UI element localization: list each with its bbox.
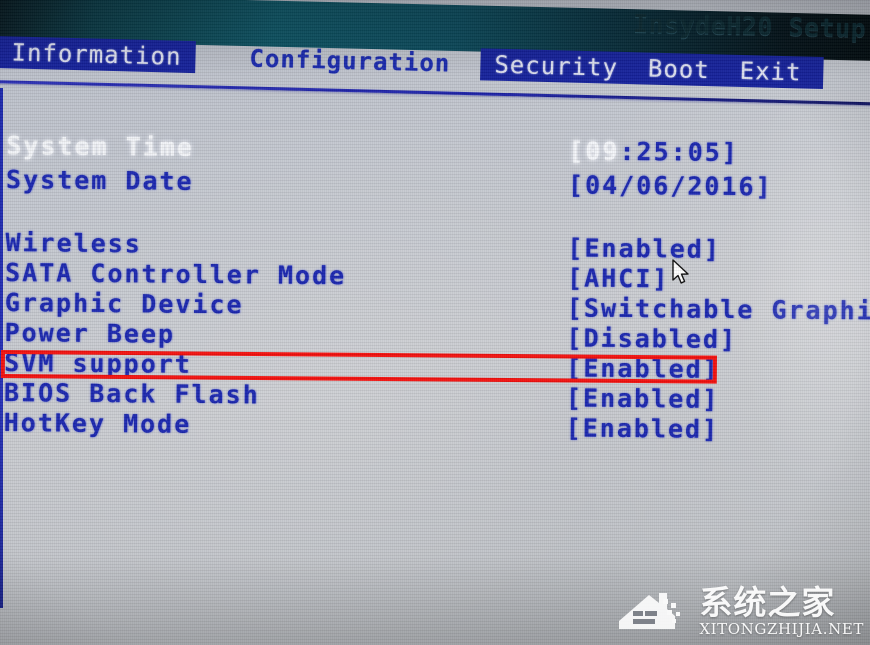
setting-value-svm-support[interactable]: [Enabled] <box>566 353 720 383</box>
setting-label-system-time: System Time <box>6 131 195 162</box>
setting-value-system-date[interactable]: [04/06/2016] <box>568 170 773 201</box>
setting-value-sata-controller-mode[interactable]: [AHCI] <box>567 263 670 293</box>
system-time-remainder: :25:05] <box>619 136 739 168</box>
setting-value-wireless[interactable]: [Enabled] <box>567 233 721 263</box>
setting-label-hotkey-mode: HotKey Mode <box>3 408 192 439</box>
setting-value-power-beep[interactable]: [Disabled] <box>566 323 737 354</box>
watermark: 系统之家 XITONGZHIJIA.NET <box>615 581 864 637</box>
setting-label-sata-controller-mode: SATA Controller Mode <box>4 258 347 291</box>
setting-label-bios-back-flash: BIOS Back Flash <box>3 378 260 410</box>
setting-label-system-date: System Date <box>5 165 194 196</box>
settings-list: System Time [09:25:05] System Date [04/0… <box>0 0 870 645</box>
mouse-pointer-icon <box>672 259 689 284</box>
system-time-hour-highlight: [09 <box>568 136 620 166</box>
setting-value-graphic-device[interactable]: [Switchable Graphics <box>567 293 870 325</box>
setting-label-svm-support: SVM support <box>4 348 192 379</box>
house-logo-icon <box>619 593 681 629</box>
setting-value-bios-back-flash[interactable]: [Enabled] <box>566 383 720 413</box>
setting-label-power-beep: Power Beep <box>4 318 176 349</box>
watermark-name-cn: 系统之家 <box>699 583 836 622</box>
setting-value-system-time[interactable]: [09:25:05] <box>568 136 739 167</box>
bios-setup-screenshot: InsydeH20 Setup Information Configuratio… <box>0 0 870 645</box>
setting-label-graphic-device: Graphic Device <box>4 288 244 320</box>
setting-row-system-date[interactable]: System Date [04/06/2016] <box>0 165 870 203</box>
watermark-name-en: XITONGZHIJIA.NET <box>699 620 864 638</box>
setting-value-hotkey-mode[interactable]: [Enabled] <box>566 413 720 443</box>
setting-label-wireless: Wireless <box>5 228 142 259</box>
setting-row-system-time[interactable]: System Time [09:25:05] <box>0 131 870 169</box>
